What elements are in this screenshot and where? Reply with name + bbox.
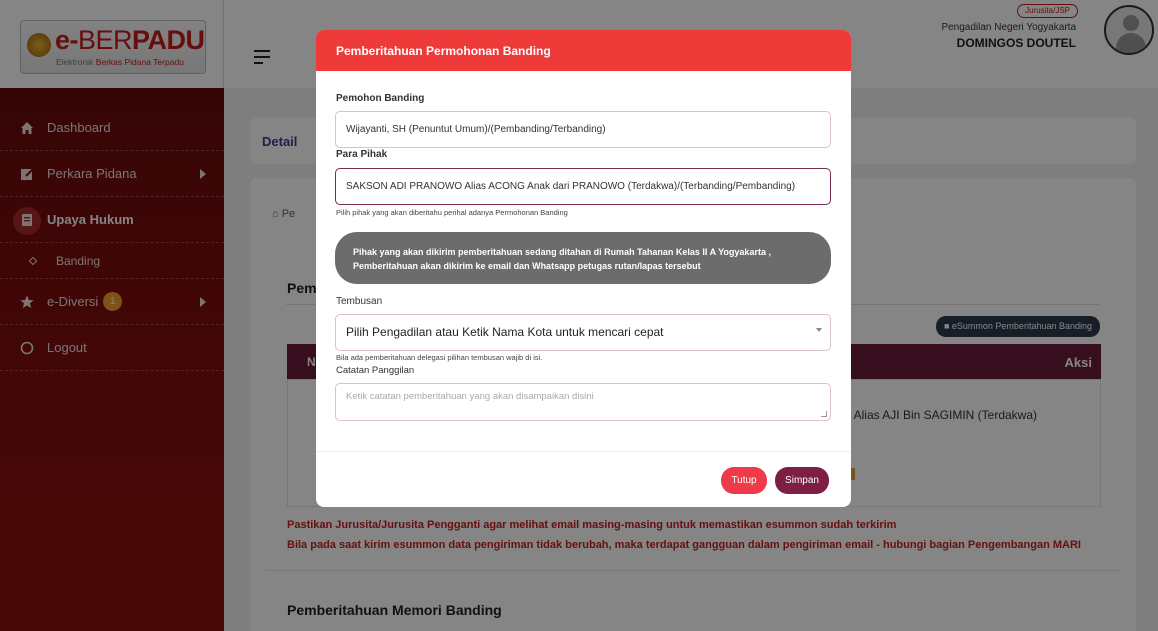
caret-down-icon (816, 328, 822, 332)
catatan-textarea[interactable]: Ketik catatan pemberitahuan yang akan di… (335, 383, 831, 421)
modal-title: Pemberitahuan Permohonan Banding (316, 30, 851, 71)
save-button[interactable]: Simpan (775, 467, 829, 494)
detention-info-box: Pihak yang akan dikirim pemberitahuan se… (335, 232, 831, 284)
catatan-placeholder: Ketik catatan pemberitahuan yang akan di… (346, 391, 594, 402)
catatan-label: Catatan Panggilan (336, 365, 415, 376)
pihak-label: Para Pihak (336, 149, 388, 160)
pihak-help-text: Pilih pihak yang akan diberitahu perihal… (336, 208, 568, 217)
modal-footer-divider (316, 451, 851, 452)
pihak-select[interactable]: SAKSON ADI PRANOWO Alias ACONG Anak dari… (335, 168, 831, 205)
tembusan-label: Tembusan (336, 296, 383, 307)
info-line: Pemberitahuan akan dikirim ke email dan … (353, 261, 701, 271)
tembusan-select-value: Pilih Pengadilan atau Ketik Nama Kota un… (346, 325, 664, 339)
resize-handle-icon[interactable] (821, 411, 827, 417)
tembusan-help-text: Bila ada pemberitahuan delegasi pilihan … (336, 353, 543, 362)
modal-dialog: Pemberitahuan Permohonan Banding Pemohon… (316, 30, 851, 507)
pemohon-label: Pemohon Banding (336, 93, 425, 104)
pemohon-field[interactable]: Wijayanti, SH (Penuntut Umum)/(Pembandin… (335, 111, 831, 148)
tembusan-select[interactable]: Pilih Pengadilan atau Ketik Nama Kota un… (335, 314, 831, 351)
close-button[interactable]: Tutup (721, 467, 767, 494)
info-line: Pihak yang akan dikirim pemberitahuan se… (353, 247, 771, 257)
